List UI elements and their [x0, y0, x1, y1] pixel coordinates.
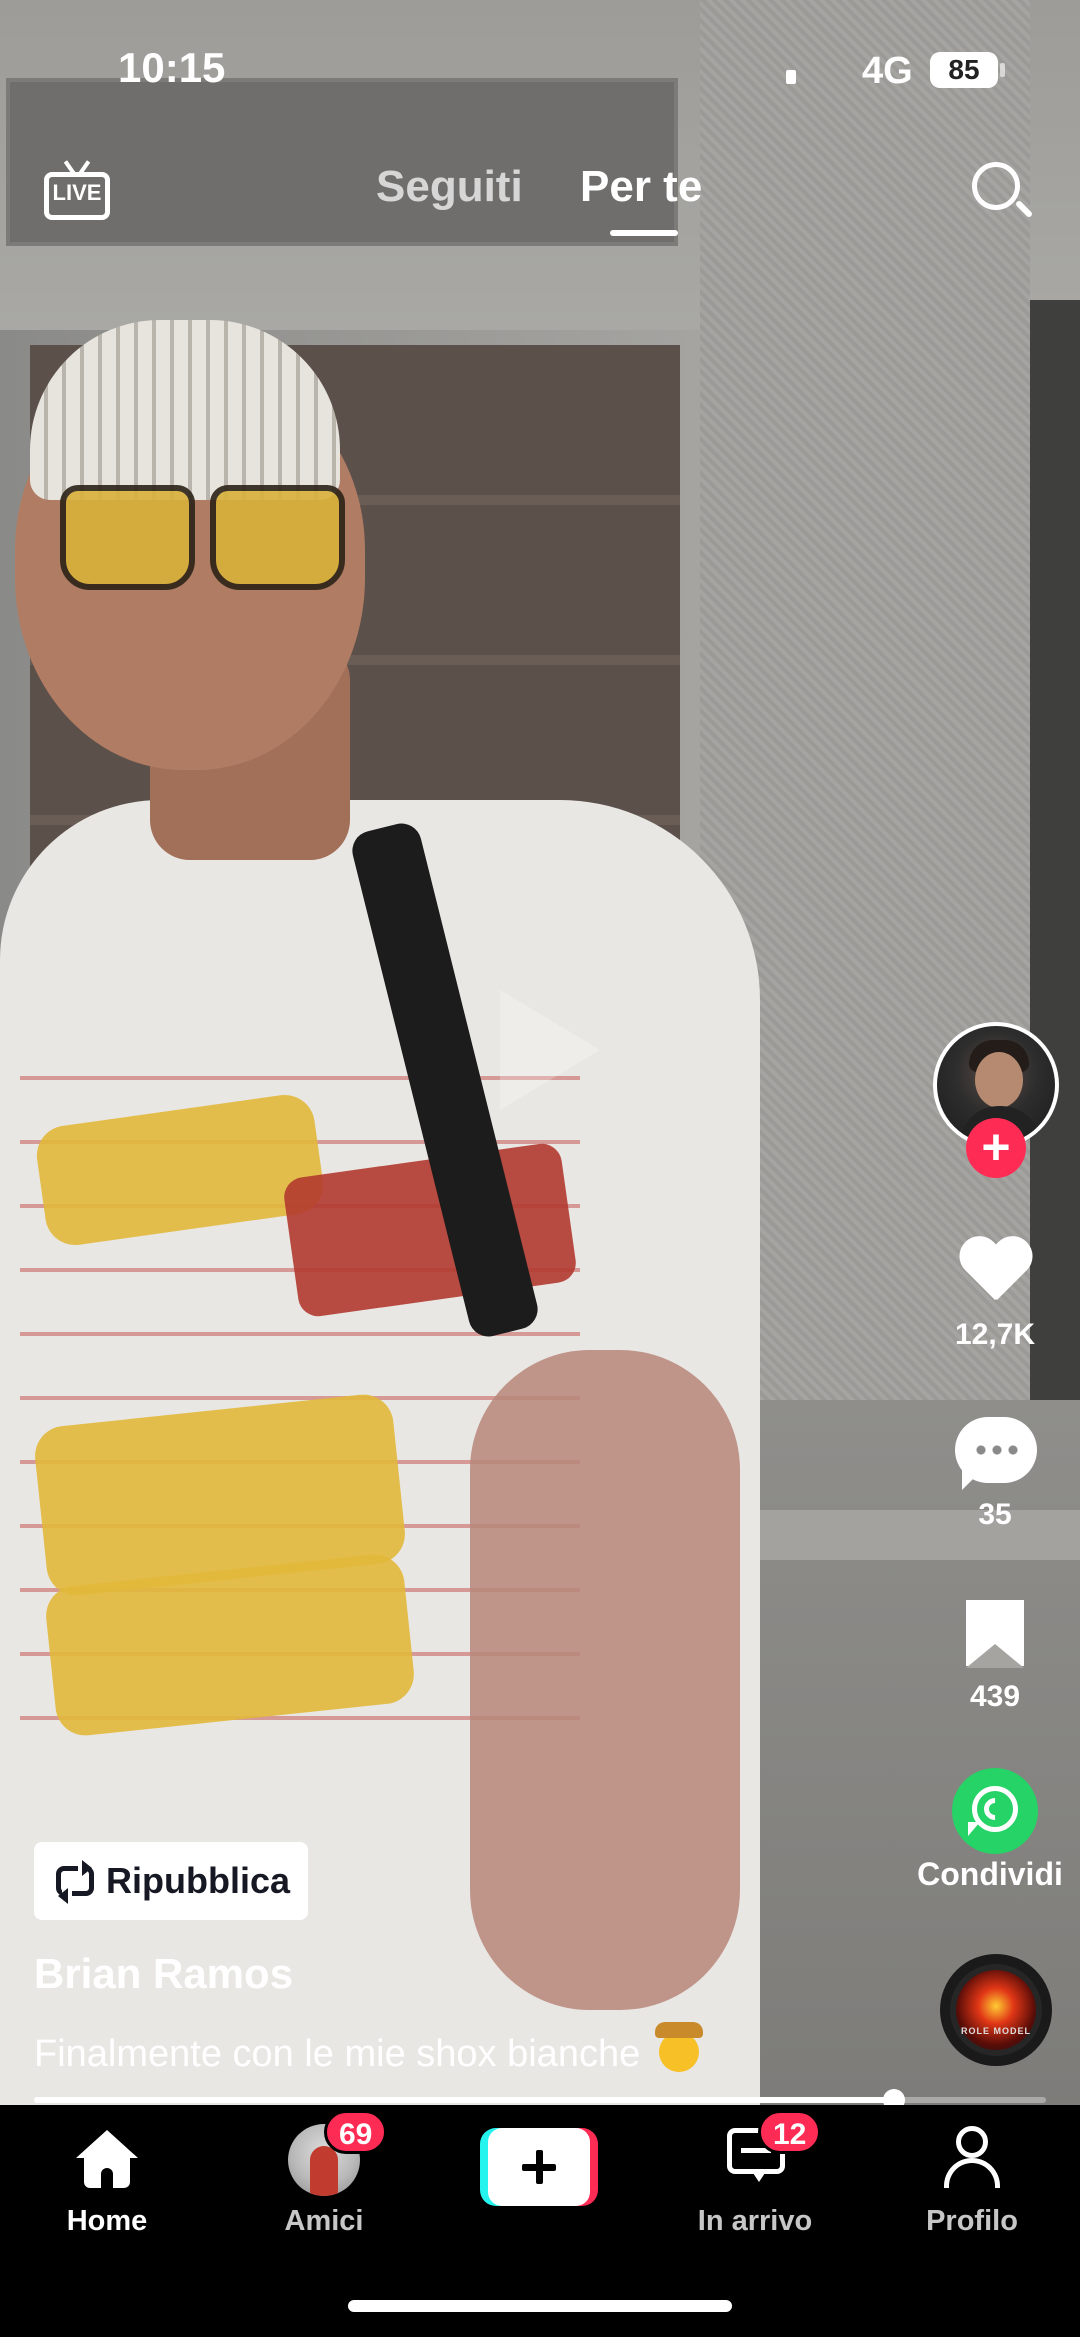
profile-icon[interactable] [942, 2126, 1002, 2190]
repost-button[interactable]: Ripubblica [34, 1842, 308, 1920]
progress-fill [34, 2097, 895, 2103]
cowboy-face-emoji [654, 2022, 703, 2072]
active-tab-indicator [610, 230, 678, 236]
home-indicator [348, 2300, 732, 2312]
repost-label: Ripubblica [106, 1860, 291, 1901]
play-icon [500, 990, 600, 1110]
bookmark-notch [966, 1644, 1024, 1668]
comment-icon-tail [962, 1468, 984, 1490]
video-frame[interactable] [0, 0, 1080, 2105]
status-time: 10:15 [118, 44, 226, 91]
nav-inbox[interactable]: In arrivo [665, 2205, 845, 2238]
follow-plus-button[interactable]: + [966, 1118, 1026, 1178]
live-label: LIVE [52, 180, 102, 205]
whatsapp-share-icon[interactable] [952, 1768, 1038, 1854]
create-button[interactable] [480, 2128, 598, 2206]
comment-count: 35 [978, 1498, 1012, 1531]
video-progress-bar[interactable] [34, 2089, 1046, 2111]
music-disc[interactable]: ROLE MODEL [940, 1954, 1052, 2066]
live-icon[interactable]: LIVE [44, 158, 110, 224]
nav-friends[interactable]: Amici [234, 2205, 414, 2238]
battery-icon: 85 [930, 52, 998, 88]
tab-following[interactable]: Seguiti [376, 162, 523, 212]
author-name[interactable]: Brian Ramos [34, 1950, 293, 1998]
status-bar: 10:15 4G 85 [0, 0, 1080, 140]
music-cover-art [956, 1970, 1036, 2050]
home-icon[interactable] [76, 2130, 138, 2192]
share-label: Condividi [917, 1856, 1063, 1892]
bookmark-count: 439 [969, 1680, 1021, 1713]
like-count: 12,7K [954, 1318, 1036, 1351]
signal-icon [786, 70, 796, 84]
inbox-badge: 12 [758, 2110, 822, 2154]
friends-badge: 69 [324, 2110, 388, 2154]
search-icon[interactable] [970, 160, 1034, 222]
video-caption[interactable]: Finalmente con le mie shox bianche [34, 2022, 703, 2076]
caption-text: Finalmente con le mie shox bianche [34, 2033, 641, 2075]
music-disc-text: ROLE MODEL [961, 2026, 1031, 2036]
battery-tip [1000, 63, 1005, 77]
tab-for-you[interactable]: Per te [580, 162, 702, 212]
nav-profile[interactable]: Profilo [882, 2205, 1062, 2238]
network-type: 4G [862, 50, 913, 92]
nav-home[interactable]: Home [17, 2205, 197, 2238]
person-arm [470, 1350, 740, 2010]
repost-icon [52, 1858, 98, 1904]
doorway-shadow [1030, 300, 1080, 1420]
sunglasses [60, 485, 350, 595]
like-heart-icon[interactable] [957, 1238, 1033, 1314]
